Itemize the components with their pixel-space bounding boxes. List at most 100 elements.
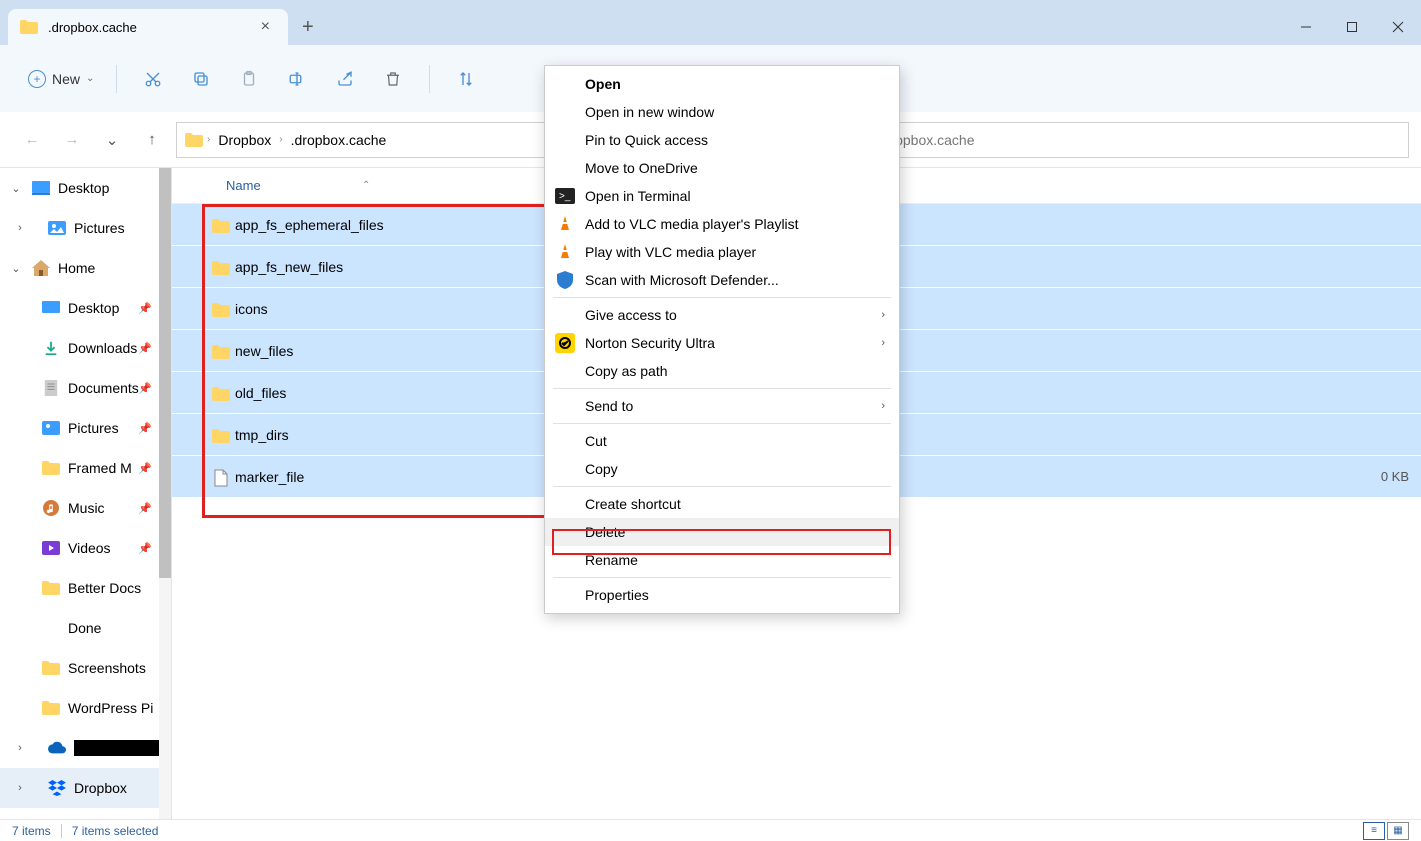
- menu-item-label: Properties: [585, 587, 649, 603]
- tab-current[interactable]: .dropbox.cache ×: [8, 9, 288, 45]
- file-icon: [212, 469, 230, 487]
- file-name: tmp_dirs: [235, 427, 289, 443]
- menu-item-copy-as-path[interactable]: Copy as path: [545, 357, 899, 385]
- paste-icon: [225, 59, 273, 99]
- close-window-button[interactable]: [1375, 9, 1421, 45]
- new-tab-button[interactable]: +: [288, 10, 328, 45]
- menu-item-delete[interactable]: Delete: [545, 518, 899, 546]
- sidebar-item-screenshots[interactable]: Screenshots: [0, 648, 172, 688]
- rename-icon[interactable]: [273, 59, 321, 99]
- forward-button[interactable]: →: [52, 120, 92, 160]
- desktop-icon: [42, 300, 60, 316]
- pin-icon: 📌: [138, 502, 152, 515]
- chevron-right-icon[interactable]: ›: [12, 222, 28, 234]
- sidebar-item-dropbox[interactable]: ›Dropbox: [0, 768, 172, 808]
- status-selected-count: 7 items selected: [72, 824, 159, 838]
- sidebar-item-wordpress[interactable]: WordPress Pi: [0, 688, 172, 728]
- folder-icon: [212, 343, 230, 361]
- menu-item-give-access-to[interactable]: Give access to›: [545, 301, 899, 329]
- menu-item-label: Move to OneDrive: [585, 160, 698, 176]
- menu-item-label: Pin to Quick access: [585, 132, 708, 148]
- copy-icon[interactable]: [177, 59, 225, 99]
- sidebar-item-betterdocs[interactable]: Better Docs: [0, 568, 172, 608]
- column-name[interactable]: Name⌃: [172, 178, 512, 193]
- folder-icon: [212, 301, 230, 319]
- menu-item-norton-security-ultra[interactable]: Norton Security Ultra›: [545, 329, 899, 357]
- sidebar-item-pictures[interactable]: ›Pictures: [0, 208, 172, 248]
- sidebar-item-done[interactable]: Done: [0, 608, 172, 648]
- menu-item-open-in-new-window[interactable]: Open in new window: [545, 98, 899, 126]
- sidebar-item-videos[interactable]: Videos📌: [0, 528, 172, 568]
- back-button[interactable]: ←: [12, 120, 52, 160]
- folder-icon: [212, 259, 230, 277]
- details-view-button[interactable]: ≡: [1363, 822, 1385, 840]
- search-input[interactable]: [831, 132, 1399, 148]
- pin-icon: 📌: [138, 302, 152, 315]
- menu-item-label: Play with VLC media player: [585, 244, 756, 260]
- menu-item-label: Add to VLC media player's Playlist: [585, 216, 799, 232]
- sidebar-item-onedrive[interactable]: ›: [0, 728, 172, 768]
- cut-icon[interactable]: [129, 59, 177, 99]
- pin-icon: 📌: [138, 422, 152, 435]
- menu-item-scan-with-microsoft-defender-[interactable]: Scan with Microsoft Defender...: [545, 266, 899, 294]
- folder-icon: [185, 133, 203, 147]
- up-button[interactable]: ↑: [132, 120, 172, 160]
- titlebar: .dropbox.cache × +: [0, 0, 1421, 45]
- defender-icon: [555, 270, 575, 290]
- recent-dropdown[interactable]: ⌄: [92, 120, 132, 160]
- menu-item-rename[interactable]: Rename: [545, 546, 899, 574]
- menu-item-create-shortcut[interactable]: Create shortcut: [545, 490, 899, 518]
- breadcrumb-current[interactable]: .dropbox.cache: [287, 130, 391, 150]
- menu-item-play-with-vlc-media-player[interactable]: Play with VLC media player: [545, 238, 899, 266]
- share-icon[interactable]: [321, 59, 369, 99]
- sidebar-item-home[interactable]: ⌄Home: [0, 248, 172, 288]
- vlc-icon: [555, 242, 575, 262]
- minimize-button[interactable]: [1283, 9, 1329, 45]
- scroll-thumb[interactable]: [159, 168, 171, 578]
- folder-icon: [42, 461, 60, 475]
- chevron-down-icon: ⌄: [86, 73, 94, 84]
- thumbnails-view-button[interactable]: ▦: [1387, 822, 1409, 840]
- chevron-right-icon: ›: [881, 400, 885, 412]
- menu-item-copy[interactable]: Copy: [545, 455, 899, 483]
- menu-item-properties[interactable]: Properties: [545, 581, 899, 609]
- download-icon: [42, 340, 60, 356]
- separator: [553, 297, 891, 298]
- close-icon[interactable]: ×: [255, 16, 276, 38]
- sidebar-item-desktop[interactable]: ⌄Desktop: [0, 168, 172, 208]
- menu-item-open-in-terminal[interactable]: >_Open in Terminal: [545, 182, 899, 210]
- chevron-right-icon[interactable]: ›: [12, 742, 28, 754]
- chevron-down-icon[interactable]: ⌄: [8, 182, 24, 195]
- sidebar-item-music[interactable]: Music📌: [0, 488, 172, 528]
- scrollbar[interactable]: [159, 168, 171, 819]
- new-label: New: [52, 71, 80, 87]
- menu-item-add-to-vlc-media-player-s-playlist[interactable]: Add to VLC media player's Playlist: [545, 210, 899, 238]
- sidebar-item-framed[interactable]: Framed M📌: [0, 448, 172, 488]
- videos-icon: [42, 540, 60, 556]
- menu-item-label: Norton Security Ultra: [585, 335, 715, 351]
- menu-item-label: Create shortcut: [585, 496, 681, 512]
- menu-item-open[interactable]: Open: [545, 70, 899, 98]
- menu-item-cut[interactable]: Cut: [545, 427, 899, 455]
- chevron-down-icon[interactable]: ⌄: [8, 262, 24, 275]
- folder-icon: [20, 20, 38, 34]
- delete-icon[interactable]: [369, 59, 417, 99]
- sidebar-item-downloads[interactable]: Downloads📌: [0, 328, 172, 368]
- menu-item-send-to[interactable]: Send to›: [545, 392, 899, 420]
- menu-item-move-to-onedrive[interactable]: Move to OneDrive: [545, 154, 899, 182]
- sidebar-item-pictures2[interactable]: Pictures📌: [0, 408, 172, 448]
- separator: [553, 577, 891, 578]
- new-button[interactable]: + New ⌄: [18, 64, 104, 94]
- sidebar-item-documents[interactable]: Documents📌: [0, 368, 172, 408]
- menu-item-label: Delete: [585, 524, 625, 540]
- maximize-button[interactable]: [1329, 9, 1375, 45]
- window-controls: [1283, 9, 1421, 45]
- chevron-right-icon[interactable]: ›: [12, 782, 28, 794]
- chevron-right-icon: ›: [881, 309, 885, 321]
- folder-icon: [212, 427, 230, 445]
- file-name: icons: [235, 301, 268, 317]
- breadcrumb-root[interactable]: Dropbox: [214, 130, 275, 150]
- sidebar-item-desktop2[interactable]: Desktop📌: [0, 288, 172, 328]
- menu-item-pin-to-quick-access[interactable]: Pin to Quick access: [545, 126, 899, 154]
- sort-icon[interactable]: [442, 59, 490, 99]
